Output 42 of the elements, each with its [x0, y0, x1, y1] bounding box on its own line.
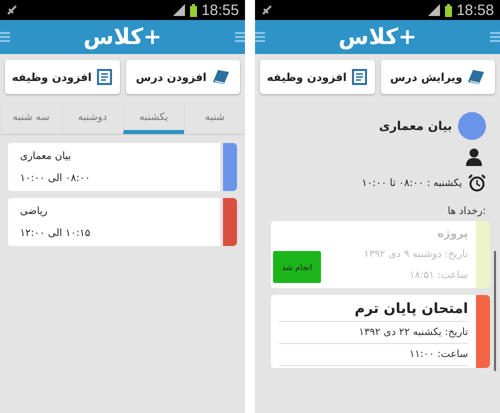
class-time: ۱۰:۱۵ الی ۱۲:۰۰ — [20, 228, 90, 238]
menu-icon[interactable] — [0, 31, 10, 43]
battery-icon — [190, 4, 198, 16]
event-time: ساعت: ۱۱:۰۰ — [279, 344, 468, 366]
day-tab[interactable]: دوشنبه — [61, 104, 122, 134]
class-name: بیان معماری — [20, 150, 72, 162]
class-name: ریاضی — [20, 206, 48, 216]
status-time: 18:55 — [201, 2, 239, 18]
event-date: تاریخ: دوشنبه ۹ دی ۱۳۹۲ — [364, 248, 468, 262]
event-date: تاریخ: یکشنبه ۲۲ دی ۱۳۹۲ — [279, 322, 468, 344]
action-button[interactable]: افزودن وظیفه — [260, 60, 374, 94]
course-schedule: یکشنبه : ۰۸:۰۰ تا ۱۰:۰۰ — [362, 178, 462, 188]
day-tab[interactable]: یکشنبه — [122, 104, 184, 134]
event-title: پروژه — [437, 226, 468, 242]
usb-icon — [261, 4, 273, 16]
action-button[interactable]: افزودن درس — [126, 60, 240, 94]
event-title: امتحان پایان ترم — [279, 297, 468, 322]
signal-icon — [172, 4, 186, 16]
action-button[interactable]: ویرایش درس — [380, 60, 495, 94]
class-time: ۰۸:۰۰ الی ۱۰:۰۰ — [20, 172, 90, 184]
action-button[interactable]: افزودن وظیفه — [5, 60, 120, 94]
done-button[interactable]: انجام شد — [273, 251, 321, 283]
signal-icon — [427, 4, 442, 16]
note-icon — [352, 69, 368, 85]
battery-icon — [445, 4, 452, 16]
note-icon — [96, 69, 113, 85]
course-name: بیان معماری — [379, 119, 452, 133]
menu-icon[interactable] — [255, 31, 265, 43]
app-logo: کلاس+ — [338, 24, 417, 50]
person-icon — [466, 148, 482, 166]
usb-icon — [6, 4, 18, 16]
status-time: 18:58 — [456, 2, 494, 18]
book-icon — [467, 69, 486, 85]
events-heading: رخداد ها: — [448, 206, 486, 217]
day-tab[interactable]: شنبه — [184, 104, 245, 134]
menu-icon[interactable] — [234, 31, 245, 43]
app-logo: کلاس+ — [83, 24, 162, 50]
event-time: ساعت: ۱۸:۵۱ — [409, 269, 468, 283]
alarm-clock-icon — [468, 174, 486, 192]
day-tab[interactable]: سه شنبه — [0, 104, 62, 134]
book-icon — [212, 69, 230, 85]
menu-icon[interactable] — [490, 31, 500, 43]
